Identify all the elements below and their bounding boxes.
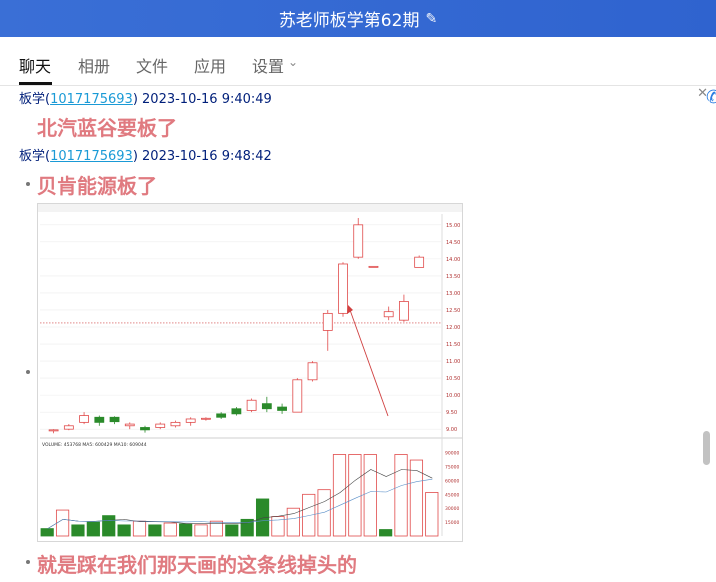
price-tick-label: 11.00 [446,359,460,365]
price-tick-label: 15.00 [446,223,460,229]
price-tick-label: 14.50 [446,240,460,246]
volume-tick-label: 75000 [445,465,459,471]
message-text: 就是踩在我们那天画的这条线掉头的 [37,553,357,577]
candle-body [79,415,89,423]
sender-id-link[interactable]: 1017175693 [50,149,133,164]
volume-bar [163,522,177,537]
active-tab-indicator [19,82,52,85]
volume-bar [55,509,70,537]
tab-apps[interactable]: 应用 [194,53,226,77]
volume-tick-label: 15000 [445,520,459,526]
sender-name: 板学 [19,92,46,107]
close-icon[interactable]: ✕ [697,86,708,101]
volume-tick-label: 45000 [445,492,459,498]
chat-area: ✕ 板学(1017175693) 2023-10-16 9:40:49 北汽蓝谷… [0,86,716,582]
tab-chat[interactable]: 聊天 [19,53,51,77]
candle-body [109,416,120,423]
candle-body [353,224,364,258]
title-bar: 苏老师板学第62期 ✎ [0,0,716,37]
volume-bar [302,493,316,537]
sender-id-link[interactable]: 1017175693 [50,92,133,107]
message-time: 2023-10-16 9:40:49 [142,92,272,107]
volume-bar [348,454,362,537]
volume-bar [394,454,408,537]
message-text: 北汽蓝谷要板了 [37,116,177,140]
candle-body [277,406,287,411]
bullet-dot [26,182,30,186]
candle-body [231,408,242,415]
volume-bar [179,523,193,537]
volume-bar [379,529,393,537]
volume-bar [40,528,54,537]
candle-body [368,265,379,268]
chart-toolbar [38,204,462,212]
price-tick-label: 12.50 [446,308,460,314]
candle-body [170,421,181,427]
chevron-down-icon[interactable]: ⌄ [288,55,298,69]
volume-bar [317,489,331,537]
price-tick-label: 9.50 [446,410,457,416]
stock-chart-image[interactable]: 15.00 14.50 14.00 13.50 13.00 12.50 12.00 11.50… [37,203,463,542]
candle-body [63,425,74,430]
message-text: 贝肯能源板了 [37,174,157,198]
candle-body [216,413,227,418]
price-tick-label: 14.00 [446,257,460,263]
candle-body [124,423,135,427]
volume-tick-label: 30000 [445,506,459,512]
candle-body [307,362,318,381]
candle-body [94,416,105,423]
volume-bar [86,521,100,537]
price-tick-label: 13.50 [446,274,460,280]
candle-body [201,417,211,420]
message-meta: 板学(1017175693) 2023-10-16 9:40:49 [19,92,272,107]
volume-bar [148,524,162,537]
message-meta: 板学(1017175693) 2023-10-16 9:48:42 [19,149,272,164]
price-tick-label: 10.50 [446,376,460,382]
candle-body [399,301,409,321]
candle-body [338,263,348,314]
volume-tick-label: 60000 [445,478,459,484]
bullet-dot [26,560,30,564]
candle-body [246,399,257,411]
tab-settings[interactable]: 设置 [252,53,284,77]
price-tick-label: 9.00 [446,427,457,433]
volume-bar [102,515,116,537]
volume-bar [363,454,377,537]
tab-files[interactable]: 文件 [136,53,168,77]
volume-bar [132,520,147,537]
candle-body [155,423,166,428]
candle-body [185,418,196,423]
candle-body [292,379,303,413]
volume-label: VOLUME: 453768 MA5: 600429 MA10: 609044 [42,442,147,448]
volume-bar [425,492,439,537]
window-title: 苏老师板学第62期 [278,11,420,31]
volume-bar [225,524,239,537]
tab-bar: 聊天 相册 文件 应用 设置 ⌄ ✆ [0,37,716,108]
price-tick-label: 13.00 [446,291,460,297]
candle-body [383,311,394,318]
candle-body [140,427,150,431]
message-time: 2023-10-16 9:48:42 [142,149,272,164]
sender-name: 板学 [19,149,46,164]
price-tick-label: 11.50 [446,342,460,348]
annotation-arrow [349,309,389,417]
price-tick-label: 10.00 [446,393,460,399]
volume-tick-label: 90000 [445,451,459,457]
volume-bar [117,524,131,537]
scrollbar[interactable] [703,431,710,465]
volume-bar [194,524,208,537]
volume-bar [409,459,424,537]
candle-body [261,403,272,410]
candlestick-chart: 15.00 14.50 14.00 13.50 13.00 12.50 12.00 11.50… [38,204,462,537]
edit-icon[interactable]: ✎ [425,11,437,27]
candle-body [322,312,333,331]
volume-bar [71,524,85,537]
price-tick-label: 12.00 [446,325,460,331]
bullet-dot [26,370,30,374]
candle-body [414,256,425,268]
tab-album[interactable]: 相册 [78,53,110,77]
annotation-arrowhead [347,305,353,314]
candle-body [48,429,59,432]
